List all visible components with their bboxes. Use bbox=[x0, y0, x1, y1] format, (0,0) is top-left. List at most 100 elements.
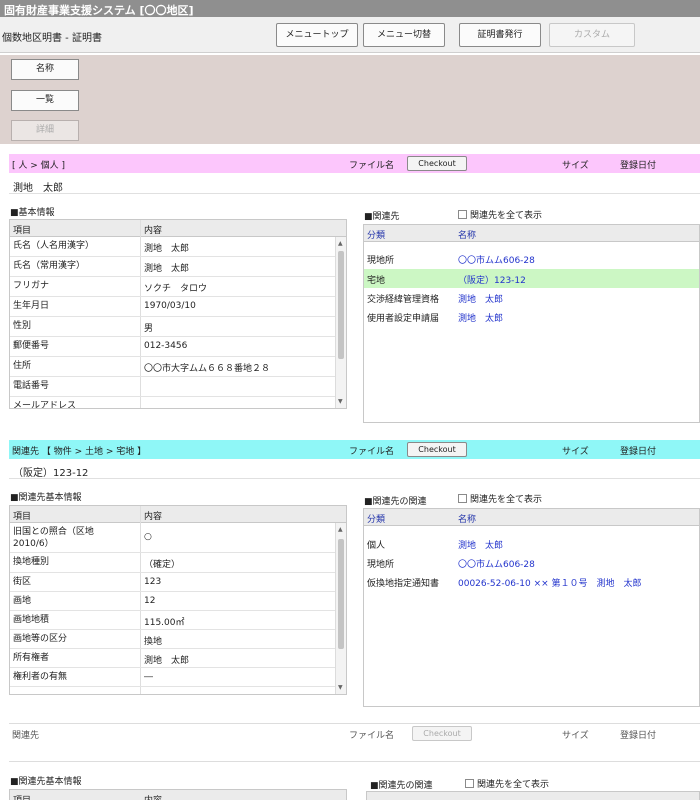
row-label: 権利者の有無 bbox=[13, 672, 68, 682]
related-table-header: 分類 名称 bbox=[364, 509, 699, 526]
row-value: 測地 太郎 bbox=[144, 244, 190, 254]
table-row: 画地地積 115.00㎡ bbox=[10, 611, 336, 630]
related-table-header: 分類 名称 bbox=[364, 225, 699, 242]
row-value: 換地 bbox=[144, 637, 163, 647]
row-value: ○ bbox=[144, 532, 152, 542]
size-label: サイズ bbox=[562, 161, 589, 171]
scroll-thumb[interactable] bbox=[338, 539, 344, 649]
section2-related-title: ■関連先の関連 bbox=[364, 497, 427, 507]
row-label: 画地地積 bbox=[13, 615, 50, 625]
section3-path: 関連先 bbox=[12, 731, 40, 741]
section3-show-all-toggle[interactable]: 関連先を全て表示 bbox=[465, 777, 549, 790]
section3-record-name bbox=[9, 744, 700, 762]
date-label: 登録日付 bbox=[620, 447, 657, 457]
table-row: 郵便番号 012-3456 bbox=[10, 337, 336, 357]
search-nav-button[interactable]: 名称 bbox=[11, 59, 79, 80]
section1-basic-title: ■基本情報 bbox=[10, 208, 55, 218]
related-row-selected[interactable]: 宅地 （阪定）123-12 bbox=[364, 269, 699, 288]
row-value: 12 bbox=[144, 596, 156, 606]
section3-header: 関連先 ファイル名 Checkout サイズ 登録日付 bbox=[9, 723, 700, 742]
related-row[interactable]: 仮換地指定通知書 00026-52-06-10 ×× 第１０号 測地 太郎 bbox=[364, 572, 699, 591]
section1-record-name: 測地 太郎 bbox=[9, 176, 700, 194]
column-header-item: 項目 bbox=[13, 793, 31, 800]
column-header-content: 内容 bbox=[144, 512, 163, 522]
row-label: 性別 bbox=[13, 321, 32, 331]
checkout-button[interactable]: Checkout bbox=[407, 156, 467, 171]
checkbox-icon[interactable] bbox=[458, 494, 467, 503]
checkout-button-disabled: Checkout bbox=[412, 726, 472, 741]
section1-related-table: 分類 名称 現地所 〇〇市ムム606-28 宅地 （阪定）123-12 交渉経緯管理… bbox=[363, 224, 700, 423]
checkbox-icon[interactable] bbox=[458, 210, 467, 219]
table-header: 項目 内容 bbox=[10, 506, 346, 523]
scroll-up-icon[interactable]: ▲ bbox=[338, 526, 343, 533]
table-row: メールアドレス bbox=[10, 397, 336, 408]
show-all-label: 関連先を全て表示 bbox=[477, 780, 550, 790]
related-row[interactable]: 使用者設定申請届 測地 太郎 bbox=[364, 307, 699, 326]
page-title: 個数地区明書 - 証明書 bbox=[2, 33, 102, 44]
related-row[interactable]: 交渉経緯管理資格 測地 太郎 bbox=[364, 288, 699, 307]
table-row: 権利者の有無 ― bbox=[10, 668, 336, 687]
row-label: 電話番号 bbox=[13, 381, 50, 391]
show-all-label: 関連先を全て表示 bbox=[470, 495, 543, 505]
column-header-category: 分類 bbox=[367, 515, 386, 525]
section3-basic-title: ■関連先基本情報 bbox=[10, 777, 82, 787]
related-row[interactable]: 現地所 〇〇市ムム606-28 bbox=[364, 249, 699, 268]
table-row: 画地等の区分 換地 bbox=[10, 630, 336, 649]
table-row: 氏名（常用漢字） 測地 太郎 bbox=[10, 257, 336, 277]
row-value: 115.00㎡ bbox=[144, 618, 185, 628]
app-title: 固有財産事業支援システム [〇〇地区] bbox=[0, 0, 700, 17]
checkout-button[interactable]: Checkout bbox=[407, 442, 467, 457]
table-header: 項目 内容 bbox=[10, 220, 346, 237]
size-label: サイズ bbox=[562, 731, 589, 741]
column-header-name: 名称 bbox=[458, 231, 477, 241]
scroll-thumb[interactable] bbox=[338, 251, 344, 359]
table-row: 所有権者 測地 太郎 bbox=[10, 649, 336, 668]
menu-top-button[interactable]: メニュートップ bbox=[276, 23, 358, 47]
section3-related-table bbox=[366, 791, 700, 800]
table-row: 街区 123 bbox=[10, 573, 336, 592]
table-row: 電話番号 bbox=[10, 377, 336, 397]
section1-related-title: ■関連先 bbox=[364, 212, 400, 222]
row-value: ― bbox=[144, 672, 153, 682]
section1-show-all-toggle[interactable]: 関連先を全て表示 bbox=[458, 208, 542, 221]
column-header-item: 項目 bbox=[13, 226, 32, 236]
table-row: フリガナ ソクチ タロウ bbox=[10, 277, 336, 297]
detail-nav-button: 詳細 bbox=[11, 120, 79, 141]
scrollbar[interactable]: ▲ ▼ bbox=[335, 237, 346, 408]
section2-path: 関連先 【 物件 > 土地 > 宅地 】 bbox=[12, 447, 147, 457]
row-label: 氏名（常用漢字） bbox=[13, 261, 86, 271]
scrollbar[interactable]: ▲ ▼ bbox=[335, 523, 346, 694]
date-label: 登録日付 bbox=[620, 161, 657, 171]
menu-switch-button[interactable]: メニュー切替 bbox=[363, 23, 445, 47]
table-row: 旧国との照合（区地 2010/6） ○ bbox=[10, 523, 336, 553]
row-label: フリガナ bbox=[13, 281, 50, 291]
section2-basic-table: 項目 内容 旧国との照合（区地 2010/6） ○ 換地種別 （確定） 街区 123 画地 1… bbox=[9, 505, 347, 695]
show-all-label: 関連先を全て表示 bbox=[470, 211, 543, 221]
column-header-name: 名称 bbox=[458, 515, 477, 525]
file-name-label: ファイル名 bbox=[349, 161, 395, 171]
date-label: 登録日付 bbox=[620, 731, 657, 741]
checkbox-icon[interactable] bbox=[465, 779, 474, 788]
list-nav-button[interactable]: 一覧 bbox=[11, 90, 79, 111]
section2-show-all-toggle[interactable]: 関連先を全て表示 bbox=[458, 492, 542, 505]
row-label: 生年月日 bbox=[13, 301, 50, 311]
row-value: 1970/03/10 bbox=[144, 301, 196, 311]
scroll-down-icon[interactable]: ▼ bbox=[338, 684, 343, 691]
row-value: 123 bbox=[144, 577, 162, 587]
issue-certificate-button[interactable]: 証明書発行 bbox=[459, 23, 541, 47]
related-row[interactable]: 個人 測地 太郎 bbox=[364, 534, 699, 553]
scroll-down-icon[interactable]: ▼ bbox=[338, 398, 343, 405]
file-name-label: ファイル名 bbox=[349, 447, 395, 457]
row-value: ソクチ タロウ bbox=[144, 284, 208, 294]
scroll-up-icon[interactable]: ▲ bbox=[338, 240, 343, 247]
table-row: 換地種別 （確定） bbox=[10, 553, 336, 573]
column-header-content: 内容 bbox=[144, 226, 163, 236]
column-header-content: 内容 bbox=[144, 793, 162, 800]
table-header: 項目 内容 bbox=[10, 790, 346, 800]
table-row: 住所 〇〇市大字ムム６６８番地２８ bbox=[10, 357, 336, 377]
section1-basic-table: 項目 内容 氏名（人名用漢字） 測地 太郎 氏名（常用漢字） 測地 太郎 フリガナ ソクチ… bbox=[9, 219, 347, 409]
related-row[interactable]: 現地所 〇〇市ムム606-28 bbox=[364, 553, 699, 572]
section3-related-title: ■関連先の関連 bbox=[370, 781, 433, 791]
column-header-category: 分類 bbox=[367, 231, 386, 241]
table-row: 氏名（人名用漢字） 測地 太郎 bbox=[10, 237, 336, 257]
